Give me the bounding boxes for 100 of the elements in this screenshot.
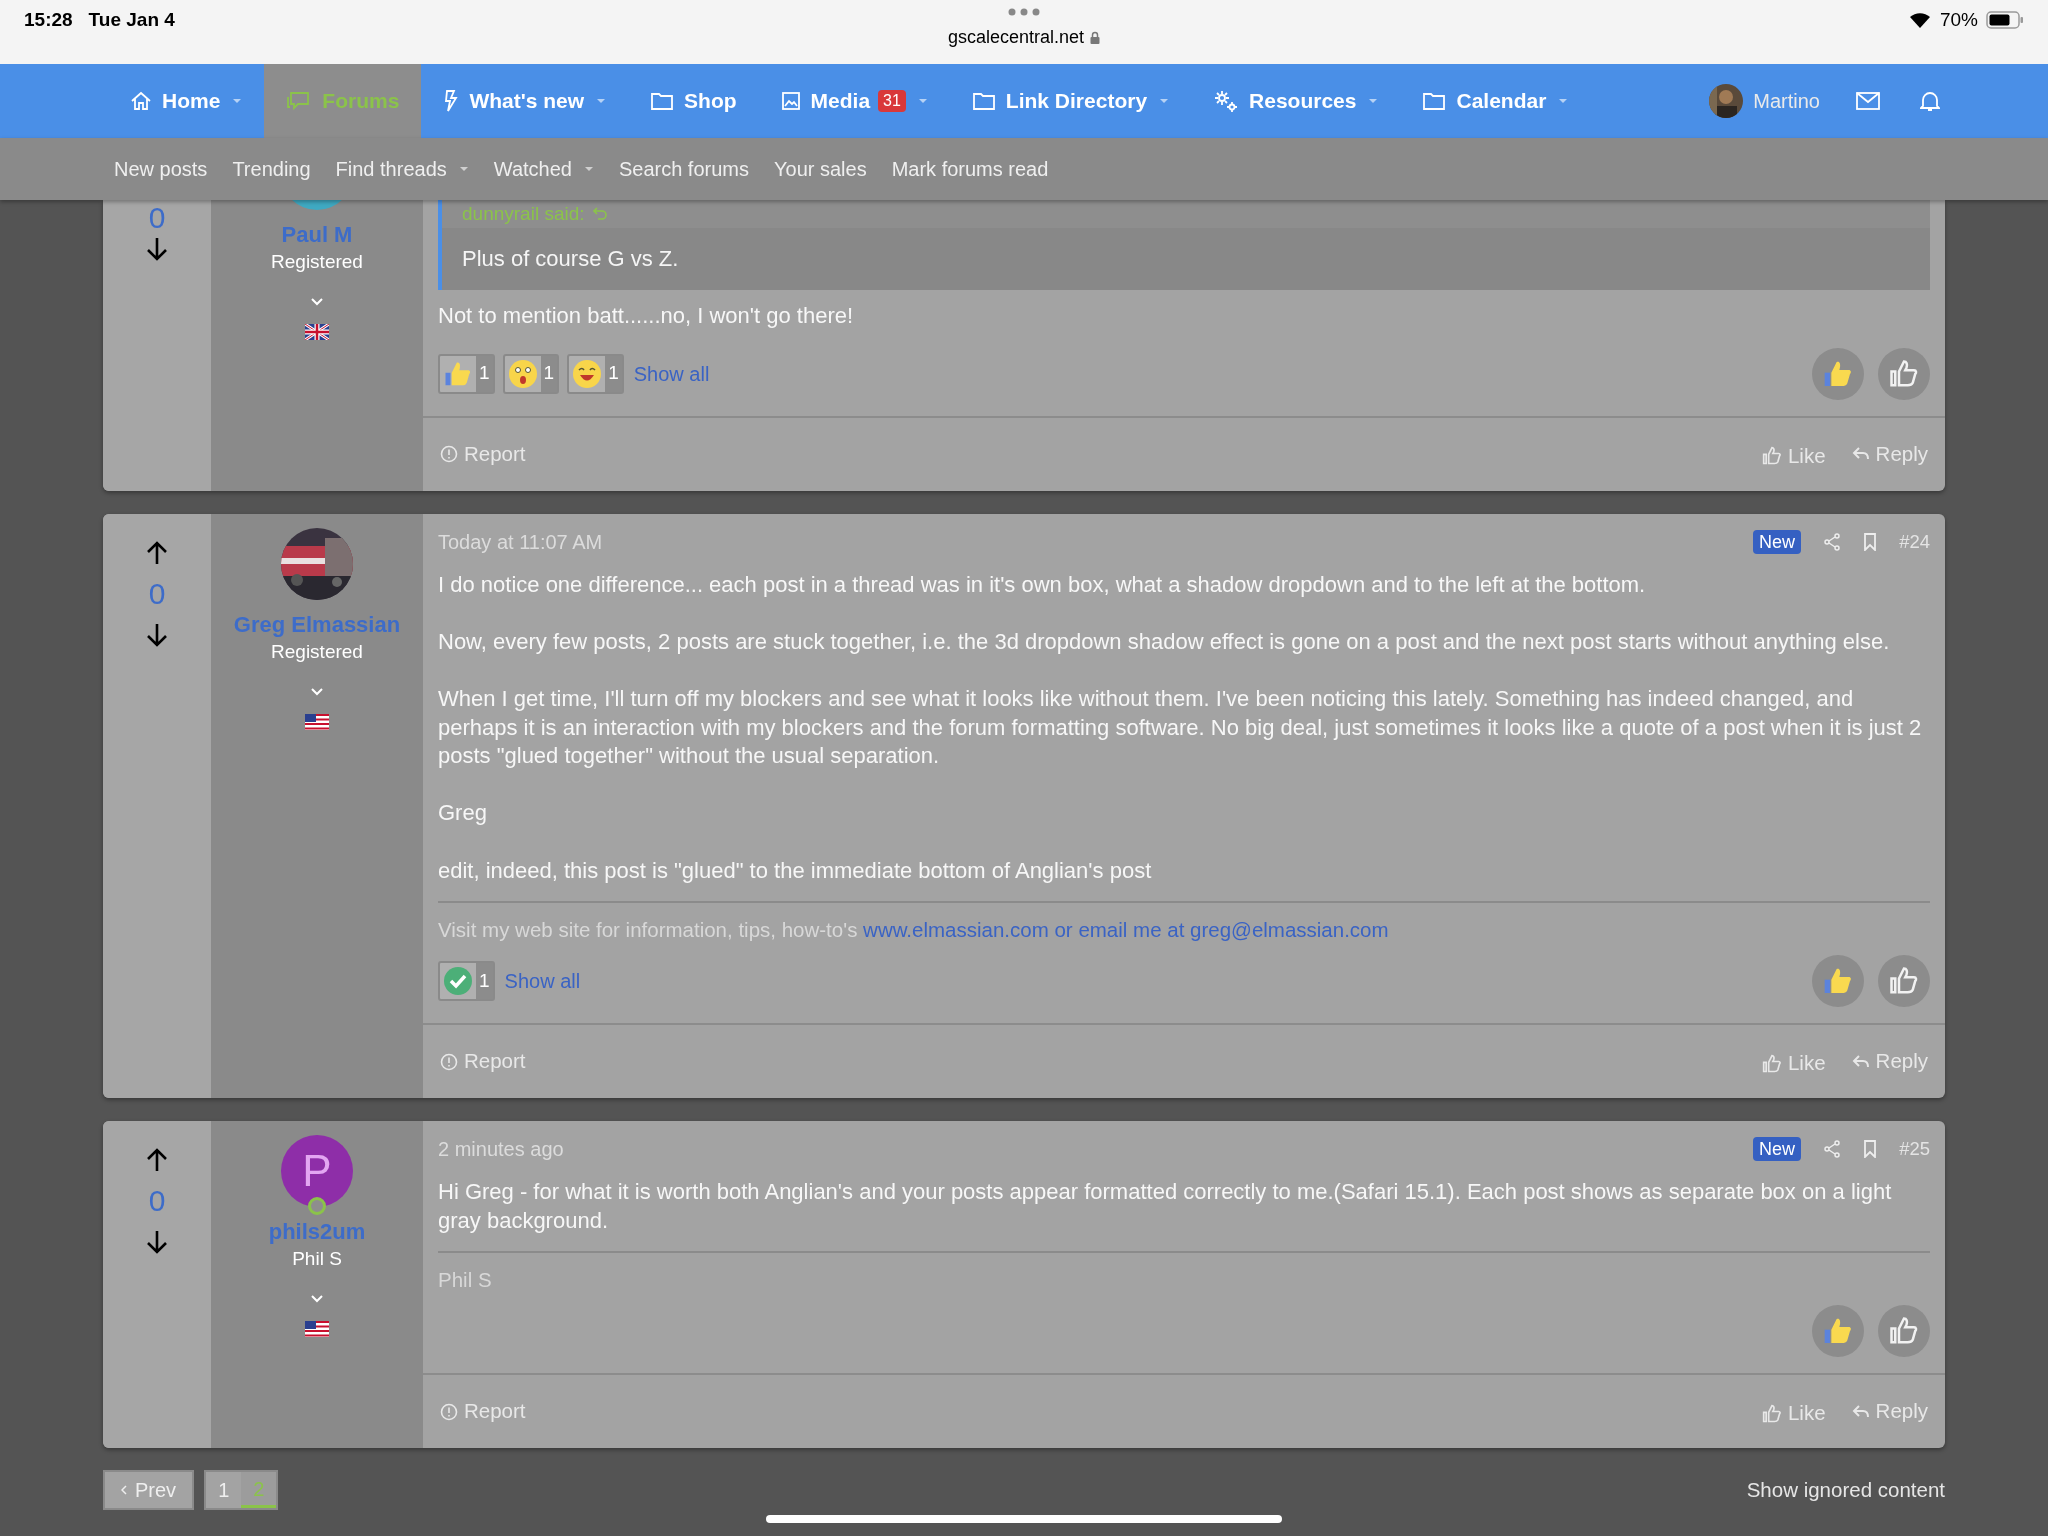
nav-tab[interactable]: Forums [264,64,422,138]
thumbs-up-icon [1761,446,1782,467]
react-button[interactable] [1812,955,1864,1008]
user-title: Registered [271,250,363,274]
sub-nav-link[interactable]: New posts [114,154,208,184]
like-button[interactable] [1878,1305,1930,1358]
post-text: I do notice one difference... each post in a thread was in it's own box, what a shadow dropdown and to the left at the bottom. [438,570,1647,599]
checkmark-icon [443,966,473,997]
post-number[interactable]: #25 [1899,1135,1930,1163]
thumbs-up-icon [1889,1316,1919,1347]
mail-icon[interactable] [1856,92,1880,110]
share-icon[interactable] [1823,1140,1842,1159]
page-link[interactable]: 1 [206,1472,242,1509]
battery-icon [1986,11,2024,30]
chevron-left-icon [121,1485,127,1496]
nav-tab[interactable]: Link Directory [949,64,1192,138]
more-icon[interactable] [1008,8,1040,16]
like-link[interactable]: Like [1761,1048,1826,1079]
prev-button[interactable]: Prev [103,1470,195,1511]
share-icon[interactable] [1823,532,1842,551]
sub-nav-link[interactable]: Find threads [335,154,469,184]
reaction-chip[interactable]: 1 [438,353,495,394]
nav-tab[interactable]: What's new [421,64,629,138]
post-timestamp[interactable]: Today at 11:07 AM [438,526,603,557]
nav-tab[interactable]: Resources [1191,64,1401,138]
like-button[interactable] [1878,955,1930,1008]
user-name[interactable]: Paul M [281,222,353,248]
report-link[interactable]: Report [440,1396,526,1428]
reaction-chip[interactable]: 1 [567,353,624,394]
post-text: Now, every few posts, 2 posts are stuck together, i.e. the 3d dropdown shadow effect is gone on a post and the next post starts without anything else. [438,627,1891,656]
like-link[interactable]: Like [1761,1398,1826,1430]
quote-author[interactable]: dunnyrail said: [462,200,607,229]
chevron-down-icon[interactable] [311,298,323,306]
reply-link[interactable]: Reply [1851,1396,1928,1428]
sub-nav-link[interactable]: Search forums [618,154,749,184]
image-icon [780,91,801,111]
nav-tab[interactable]: Calendar [1400,64,1591,138]
thumbs-up-icon [1889,966,1919,997]
flag-icon [305,713,329,730]
clock: 15:28 [24,8,73,32]
sub-nav-link[interactable]: Your sales [774,154,867,184]
user-title: Phil S [292,1247,342,1272]
gears-icon [1213,89,1240,113]
date: Tue Jan 4 [88,8,175,32]
post-timestamp[interactable]: 2 minutes ago [438,1134,564,1165]
reply-link[interactable]: Reply [1851,438,1928,470]
reaction-count: 1 [476,355,493,392]
like-button[interactable] [1878,347,1930,400]
user-name[interactable]: phils2um [268,1219,366,1246]
folder-icon [1422,91,1447,111]
show-all-link[interactable]: Show all [504,966,581,997]
url-text[interactable]: gscalecentral.net [947,24,1085,51]
reply-link[interactable]: Reply [1851,1046,1928,1077]
user-name[interactable]: Martino [1753,86,1820,116]
bookmark-icon[interactable] [1863,532,1878,551]
avatar[interactable]: P [281,1135,353,1208]
post-text: Hi Greg - for what it is worth both Anglian's and your posts appear formatted correctly to me.(Safari 15.1). Each post shows as separate box on a light gray background. [438,1178,1893,1235]
reply-icon [1851,1053,1870,1070]
downvote-icon[interactable] [144,621,170,648]
react-button[interactable] [1812,347,1864,400]
warning-icon [440,445,458,464]
thumbs-up-icon [1889,358,1919,389]
user-title: Registered [271,639,363,664]
wifi-icon [1907,11,1932,30]
show-ignored-link[interactable]: Show ignored content [1746,1474,1945,1506]
post-text: When I get time, I'll turn off my blockers and see what it looks like without them. I've been noticing this lately. Something has indeed changed, and perhaps it is an interaction with my blockers and the forum formatting software. No big deal, just sometimes it looks like a quote of a post when it is just 2 posts "glued together" without the usual separation. [438,684,1923,771]
sub-nav-link[interactable]: Trending [232,154,311,184]
nav-tab[interactable]: Home [108,64,265,138]
vote-count: 0 [148,1183,166,1220]
like-link[interactable]: Like [1761,440,1826,472]
reaction-chip[interactable]: 1 [438,961,495,1002]
return-icon [592,207,607,221]
sub-nav-link[interactable]: Mark forums read [891,154,1049,184]
nav-tab[interactable]: Media 31 [758,64,950,138]
post-text: Not to mention batt......no, I won't go there! [438,302,855,330]
surprised-face-icon [507,358,538,389]
post-number[interactable]: #24 [1899,527,1930,556]
signature-link[interactable]: www.elmassian.com or email me at greg@elmassian.com [863,918,1389,942]
new-badge: New [1753,1137,1802,1162]
flag-icon [305,1321,329,1338]
bell-icon[interactable] [1920,90,1940,112]
show-all-link[interactable]: Show all [633,358,710,389]
reaction-count: 1 [605,355,622,392]
report-link[interactable]: Report [440,1046,526,1077]
folder-icon [650,91,675,111]
user-name[interactable]: Greg Elmassian [233,611,401,638]
chevron-down-icon[interactable] [311,687,323,696]
react-button[interactable] [1812,1305,1864,1358]
sub-nav-link[interactable]: Watched [493,154,594,184]
reaction-chip[interactable]: 1 [502,353,560,394]
downvote-icon[interactable] [144,1229,170,1256]
nav-tab[interactable]: Shop [628,64,759,138]
quote-text: Plus of course G vs Z. [462,245,680,273]
post-text: Greg [438,799,488,828]
report-link[interactable]: Report [440,438,526,470]
bookmark-icon[interactable] [1863,1140,1878,1159]
downvote-icon[interactable] [144,236,170,262]
thumbs-up-icon [1761,1053,1782,1074]
page-link[interactable]: 2 [241,1472,277,1509]
chevron-down-icon[interactable] [311,1295,323,1304]
